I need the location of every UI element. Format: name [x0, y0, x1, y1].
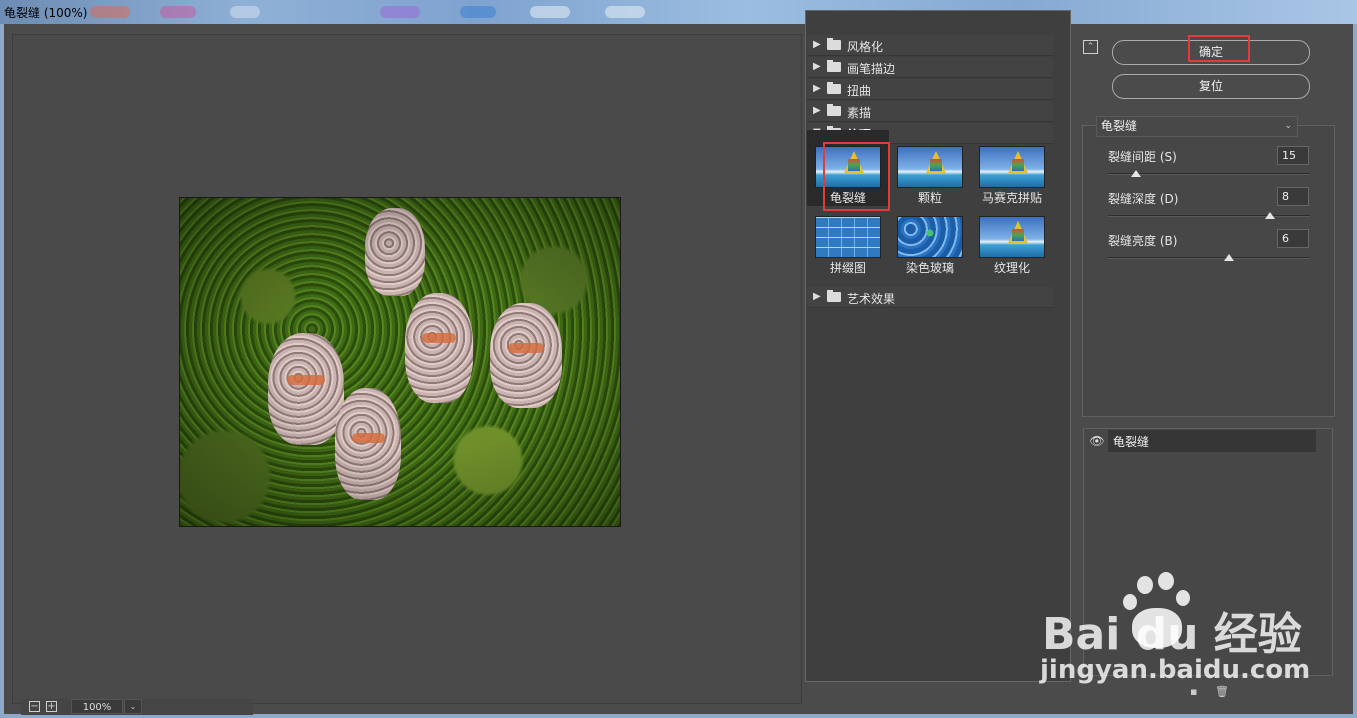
- folder-icon: [827, 60, 841, 72]
- tiles-thumbnail-icon: [815, 216, 881, 258]
- category-distort[interactable]: ▶ 扭曲: [807, 79, 1053, 100]
- settings-panel: [1082, 125, 1335, 417]
- taskbar-blob: [460, 6, 496, 18]
- zoom-dropdown-icon[interactable]: ⌄: [124, 699, 142, 714]
- param-slider-knob[interactable]: [1224, 254, 1235, 261]
- sailboat-thumbnail-icon: [897, 146, 963, 188]
- category-artistic[interactable]: ▶ 艺术效果: [807, 287, 1053, 308]
- param-slider-track[interactable]: [1108, 215, 1310, 217]
- param-value-input[interactable]: 8: [1277, 187, 1309, 206]
- watermark-brand: Bai du 经验: [1042, 609, 1302, 660]
- taskbar-blob: [160, 6, 196, 18]
- paw-icon: [1137, 576, 1153, 594]
- zoom-out-button[interactable]: −: [29, 701, 40, 712]
- category-stylize[interactable]: ▶ 风格化: [807, 35, 1053, 56]
- param-value-input[interactable]: 6: [1277, 229, 1309, 248]
- sailboat-thumbnail-icon: [979, 146, 1045, 188]
- zoom-bar: − + 100% ⌄: [21, 699, 253, 715]
- expand-arrow-icon: ▶: [813, 39, 821, 50]
- param-label: 裂缝深度 (D): [1108, 192, 1179, 206]
- reset-button[interactable]: 复位: [1112, 74, 1310, 99]
- filter-thumb-label: 马赛克拼贴: [981, 191, 1042, 205]
- chevron-down-icon: ⌄: [1284, 121, 1292, 131]
- filter-thumb-label: 纹理化: [993, 261, 1030, 275]
- filter-select[interactable]: 龟裂缝 ⌄: [1096, 116, 1298, 137]
- window-title: 龟裂缝 (100%): [4, 6, 88, 20]
- filter-thumb-label: 拼缀图: [829, 261, 866, 275]
- filter-select-value: 龟裂缝: [1101, 119, 1138, 133]
- filter-thumb-mosaic-tiles[interactable]: 马赛克拼贴: [979, 146, 1045, 205]
- filter-thumb-patchwork[interactable]: 拼缀图: [815, 216, 881, 275]
- sailboat-thumbnail-icon: [979, 216, 1045, 258]
- preview-panel: − + 100% ⌄: [12, 34, 802, 715]
- effect-layer-label: 龟裂缝: [1113, 435, 1150, 449]
- expand-arrow-icon: ▶: [813, 105, 821, 116]
- param-label: 裂缝间距 (S): [1108, 150, 1177, 164]
- collapse-gallery-icon[interactable]: ⌃: [1083, 40, 1098, 54]
- preview-vignette: [180, 198, 620, 526]
- category-label: 风格化: [847, 40, 884, 54]
- filter-thumb-label: 染色玻璃: [905, 261, 954, 275]
- category-sketch[interactable]: ▶ 素描: [807, 101, 1053, 122]
- filter-thumb-label: 颗粒: [917, 191, 942, 205]
- taskbar-blob: [605, 6, 645, 18]
- param-slider-knob[interactable]: [1131, 170, 1142, 177]
- param-label: 裂缝亮度 (B): [1108, 234, 1178, 248]
- expand-arrow-icon: ▶: [813, 61, 821, 72]
- expand-arrow-icon: ▶: [813, 291, 821, 302]
- taskbar-blob: [380, 6, 420, 18]
- folder-icon: [827, 290, 841, 302]
- category-label: 扭曲: [847, 84, 872, 98]
- zoom-in-button[interactable]: +: [46, 701, 57, 712]
- category-label: 画笔描边: [847, 62, 896, 76]
- category-label: 艺术效果: [847, 292, 896, 306]
- folder-icon: [827, 82, 841, 94]
- taskbar-blob: [530, 6, 570, 18]
- eye-icon[interactable]: 👁: [1086, 430, 1108, 452]
- category-label: 素描: [847, 106, 872, 120]
- category-brush-strokes[interactable]: ▶ 画笔描边: [807, 57, 1053, 78]
- paw-icon: [1158, 572, 1174, 590]
- filter-thumb-stained-glass[interactable]: 染色玻璃: [897, 216, 963, 275]
- param-slider-track[interactable]: [1108, 257, 1310, 259]
- folder-icon: [827, 104, 841, 116]
- taskbar-blob: [90, 6, 130, 18]
- new-layer-icon[interactable]: ▪: [1190, 685, 1202, 698]
- zoom-value[interactable]: 100%: [71, 699, 123, 714]
- filter-thumb-grain[interactable]: 颗粒: [897, 146, 963, 205]
- stained-glass-thumbnail-icon: [897, 216, 963, 258]
- param-value-input[interactable]: 15: [1277, 146, 1309, 165]
- param-slider-knob[interactable]: [1264, 212, 1275, 219]
- filter-thumb-texturizer[interactable]: 纹理化: [979, 216, 1045, 275]
- highlight-box-craquelure: [823, 142, 890, 211]
- expand-arrow-icon: ▶: [813, 83, 821, 94]
- window-title-bar: 龟裂缝 (100%): [0, 0, 1357, 24]
- preview-image[interactable]: [179, 197, 621, 527]
- taskbar-blob: [230, 6, 260, 18]
- watermark-url: jingyan.baidu.com: [1040, 655, 1311, 685]
- folder-icon: [827, 38, 841, 50]
- highlight-box-ok: [1188, 35, 1250, 62]
- trash-icon[interactable]: 🗑: [1215, 685, 1229, 698]
